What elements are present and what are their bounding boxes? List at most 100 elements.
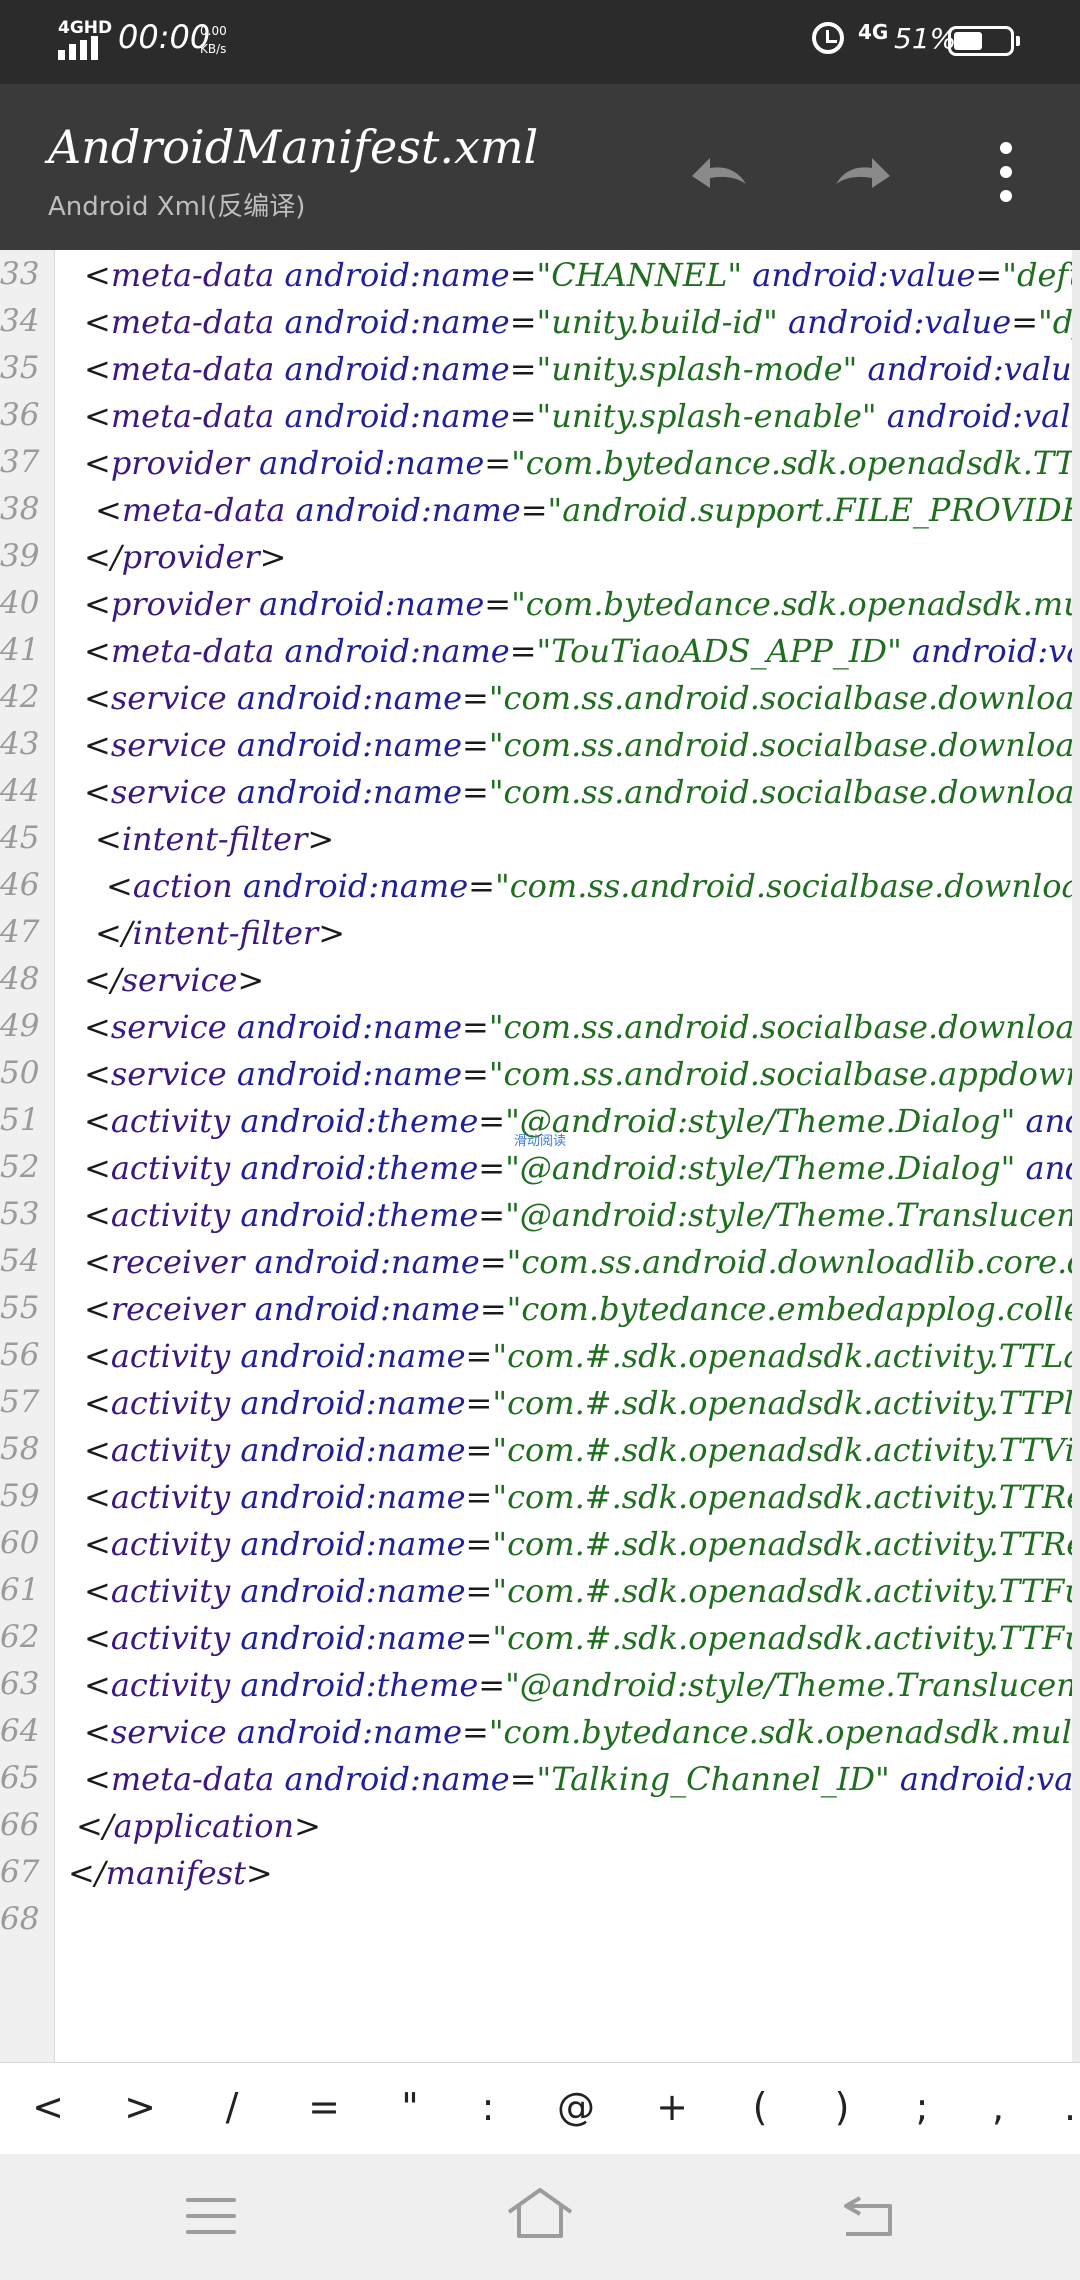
code-line[interactable]: 62 <activity android:name="com.#.sdk.open… (0, 1613, 1080, 1660)
status-bar: 4GHD 00:00 0.00 KB/s 4G 51% (0, 0, 1080, 84)
line-number: 61 (0, 1572, 40, 1608)
line-number: 51 (0, 1102, 40, 1138)
code-text: <provider android:name="com.bytedance.sd… (84, 444, 1080, 482)
symbol-key[interactable]: , (968, 2085, 1028, 2129)
speed-value: 0.00 (200, 24, 227, 38)
line-number: 44 (0, 773, 40, 809)
menu-icon[interactable] (186, 2198, 236, 2236)
line-number: 60 (0, 1525, 40, 1561)
code-text: <action android:name="com.ss.android.soc… (106, 867, 1080, 905)
code-line[interactable]: 55 <receiver android:name="com.bytedance.… (0, 1284, 1080, 1331)
line-number: 65 (0, 1760, 40, 1796)
code-line[interactable]: 64 <service android:name="com.bytedance.s… (0, 1707, 1080, 1754)
code-line[interactable]: 44 <service android:name="com.ss.android.… (0, 767, 1080, 814)
code-line[interactable]: 54 <receiver android:name="com.ss.android… (0, 1237, 1080, 1284)
code-line[interactable]: 59 <activity android:name="com.#.sdk.open… (0, 1472, 1080, 1519)
line-number: 35 (0, 350, 40, 386)
undo-icon[interactable] (684, 144, 756, 200)
code-text: </intent-filter> (95, 914, 345, 952)
code-text: </manifest> (68, 1854, 273, 1892)
battery-icon (948, 26, 1020, 56)
symbol-key[interactable]: ) (812, 2085, 872, 2129)
code-line[interactable]: 41 <meta-data android:name="TouTiaoADS_AP… (0, 626, 1080, 673)
code-text: <activity android:theme="@android:style/… (84, 1666, 1080, 1704)
code-line[interactable]: 38 <meta-data android:name="android.suppo… (0, 485, 1080, 532)
app-bar: AndroidManifest.xml Android Xml(反编译) (0, 84, 1080, 250)
code-line[interactable]: 45 <intent-filter> (0, 814, 1080, 861)
symbol-key[interactable]: < (18, 2085, 78, 2129)
code-text: <provider android:name="com.bytedance.sd… (84, 585, 1080, 623)
code-line[interactable]: 49 <service android:name="com.ss.android.… (0, 1002, 1080, 1049)
code-line[interactable]: 53 <activity android:theme="@android:styl… (0, 1190, 1080, 1237)
code-line[interactable]: 37 <provider android:name="com.bytedance.… (0, 438, 1080, 485)
code-line[interactable]: 65 <meta-data android:name="Talking_Chann… (0, 1754, 1080, 1801)
code-line[interactable]: 56 <activity android:name="com.#.sdk.open… (0, 1331, 1080, 1378)
symbol-key[interactable]: ( (730, 2085, 790, 2129)
speed-unit: KB/s (200, 42, 227, 56)
line-number: 57 (0, 1384, 40, 1420)
code-line[interactable]: 63 <activity android:theme="@android:styl… (0, 1660, 1080, 1707)
code-line[interactable]: 68 (0, 1895, 1080, 1942)
navigation-bar (0, 2154, 1080, 2280)
line-number: 63 (0, 1666, 40, 1702)
symbol-key[interactable]: @ (546, 2085, 606, 2129)
code-line[interactable]: 47 </intent-filter> (0, 908, 1080, 955)
line-number: 62 (0, 1619, 40, 1655)
line-number: 49 (0, 1008, 40, 1044)
symbol-key[interactable]: = (294, 2085, 354, 2129)
code-text: <meta-data android:name="android.support… (95, 491, 1080, 529)
line-number: 50 (0, 1055, 40, 1091)
code-line[interactable]: 33 <meta-data android:name="CHANNEL" andr… (0, 250, 1080, 297)
symbol-key[interactable]: / (202, 2085, 262, 2129)
code-text: <activity android:name="com.#.sdk.openad… (84, 1431, 1080, 1469)
code-line[interactable]: 66 </application> (0, 1801, 1080, 1848)
code-text: </provider> (84, 538, 287, 576)
line-number: 40 (0, 585, 40, 621)
alarm-icon (812, 22, 844, 54)
line-number: 53 (0, 1196, 40, 1232)
code-line[interactable]: 60 <activity android:name="com.#.sdk.open… (0, 1519, 1080, 1566)
symbol-key[interactable]: . (1040, 2085, 1080, 2129)
network-speed: 0.00 KB/s (200, 22, 227, 58)
code-text: <activity android:name="com.#.sdk.openad… (84, 1525, 1080, 1563)
code-text: <service android:name="com.ss.android.so… (84, 726, 1080, 764)
code-line[interactable]: 40 <provider android:name="com.bytedance.… (0, 579, 1080, 626)
line-number: 38 (0, 491, 40, 527)
code-text: <activity android:name="com.#.sdk.openad… (84, 1384, 1080, 1422)
symbol-key[interactable]: ; (892, 2085, 952, 2129)
code-text: </service> (84, 961, 265, 999)
code-line[interactable]: 34 <meta-data android:name="unity.build-i… (0, 297, 1080, 344)
code-line[interactable]: 61 <activity android:name="com.#.sdk.open… (0, 1566, 1080, 1613)
code-line[interactable]: 43 <service android:name="com.ss.android.… (0, 720, 1080, 767)
back-icon[interactable] (840, 2192, 896, 2240)
code-line[interactable]: 52 <activity android:theme="@android:styl… (0, 1143, 1080, 1190)
symbol-key[interactable]: > (110, 2085, 170, 2129)
editor-scrollbar[interactable] (1072, 250, 1080, 2062)
code-line[interactable]: 35 <meta-data android:name="unity.splash-… (0, 344, 1080, 391)
code-text: <activity android:name="com.#.sdk.openad… (84, 1619, 1080, 1657)
code-line[interactable]: 58 <activity android:name="com.#.sdk.open… (0, 1425, 1080, 1472)
symbol-key[interactable]: : (458, 2085, 518, 2129)
line-number: 43 (0, 726, 40, 762)
more-vert-icon[interactable] (994, 140, 1018, 204)
code-line[interactable]: 39 </provider> (0, 532, 1080, 579)
home-icon[interactable] (505, 2184, 575, 2244)
symbol-key[interactable]: " (380, 2085, 440, 2129)
code-line[interactable]: 42 <service android:name="com.ss.android.… (0, 673, 1080, 720)
line-number: 68 (0, 1901, 40, 1937)
code-text: <service android:name="com.ss.android.so… (84, 1008, 1080, 1046)
code-line[interactable]: 67 </manifest> (0, 1848, 1080, 1895)
code-line[interactable]: 48 </service> (0, 955, 1080, 1002)
code-text: <service android:name="com.ss.android.so… (84, 1055, 1080, 1093)
code-line[interactable]: 46 <action android:name="com.ss.android.s… (0, 861, 1080, 908)
scroll-hint: 滑动阅读 (514, 1134, 567, 1149)
battery-percent: 51% (894, 22, 957, 55)
code-line[interactable]: 50 <service android:name="com.ss.android.… (0, 1049, 1080, 1096)
code-line[interactable]: 57 <activity android:name="com.#.sdk.open… (0, 1378, 1080, 1425)
code-line[interactable]: 36 <meta-data android:name="unity.splash-… (0, 391, 1080, 438)
symbol-key[interactable]: + (642, 2085, 702, 2129)
line-number: 58 (0, 1431, 40, 1467)
code-editor[interactable]: 33 <meta-data android:name="CHANNEL" andr… (0, 250, 1080, 2062)
redo-icon[interactable] (826, 144, 898, 200)
line-number: 47 (0, 914, 40, 950)
